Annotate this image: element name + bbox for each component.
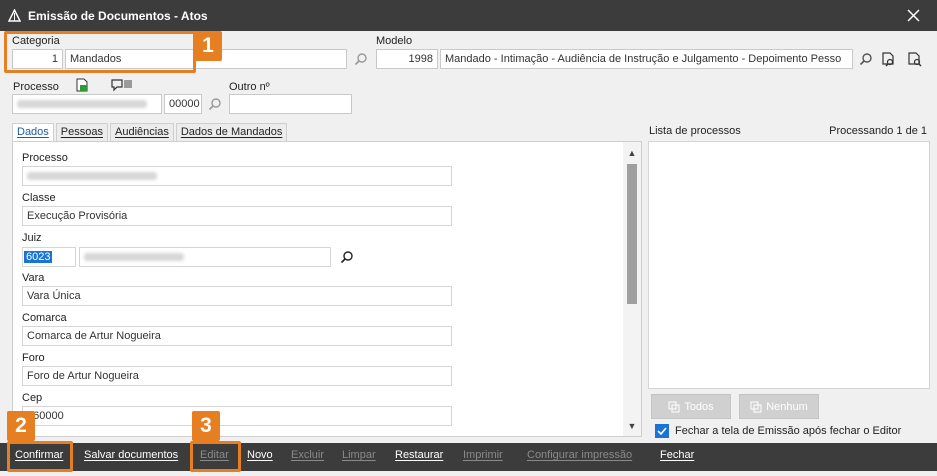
window-title: Emissão de Documentos - Atos <box>28 8 208 23</box>
status-square <box>124 80 132 88</box>
comarca-label: Comarca <box>22 312 67 324</box>
checkmark-icon <box>657 427 667 436</box>
comarca-field[interactable]: Comarca de Artur Nogueira <box>22 326 452 346</box>
modelo-value-field[interactable]: Mandado - Intimação - Audiência de Instr… <box>440 49 853 69</box>
novo-button[interactable]: Novo <box>247 449 273 461</box>
tab-pessoas[interactable]: Pessoas <box>55 123 108 141</box>
tab-bar: Dados Pessoas Audiências Dados de Mandad… <box>12 123 289 142</box>
nenhum-button[interactable]: Nenhum <box>739 394 819 419</box>
highlight-box-3 <box>190 441 241 472</box>
document-edit-icon[interactable] <box>880 51 896 67</box>
tab-dados-mandados[interactable]: Dados de Mandados <box>175 123 288 141</box>
comment-icon[interactable] <box>110 78 124 92</box>
cep-field[interactable]: 160000 <box>22 406 452 426</box>
copy-icon <box>668 401 680 412</box>
excluir-button[interactable]: Excluir <box>291 449 324 461</box>
processo-suffix-field[interactable]: 00000 <box>164 94 202 114</box>
form-processo-label: Processo <box>22 152 68 164</box>
todos-button[interactable]: Todos <box>651 394 731 419</box>
classe-label: Classe <box>22 192 56 204</box>
outro-label: Outro nº <box>229 81 270 93</box>
juiz-search-icon[interactable] <box>340 250 354 264</box>
lista-processos-box[interactable] <box>648 141 930 389</box>
scroll-down-icon[interactable]: ▼ <box>627 421 637 431</box>
document-search-icon[interactable] <box>906 51 922 67</box>
foro-field[interactable]: Foro de Artur Nogueira <box>22 366 452 386</box>
foro-label: Foro <box>22 352 45 364</box>
scroll-thumb[interactable] <box>627 164 637 304</box>
cep-label: Cep <box>22 392 43 404</box>
bottom-action-bar: Confirmar Salvar documentos Editar Novo … <box>0 443 937 471</box>
processo-label: Processo <box>13 81 59 93</box>
juiz-code-field[interactable]: 6023 <box>22 247 76 267</box>
document-green-icon[interactable] <box>75 78 89 92</box>
lista-processos-label: Lista de processos <box>649 125 741 137</box>
vara-field[interactable]: Vara Única <box>22 286 452 306</box>
imprimir-button[interactable]: Imprimir <box>463 449 503 461</box>
badge-3: 3 <box>192 411 220 441</box>
todos-label: Todos <box>684 400 714 413</box>
processo-field[interactable] <box>12 94 162 114</box>
categoria-search-icon[interactable] <box>354 52 368 66</box>
classe-field[interactable]: Execução Provisória <box>22 206 452 226</box>
tab-dados[interactable]: Dados <box>12 123 54 142</box>
fechar-checkbox-label: Fechar a tela de Emissão após fechar o E… <box>675 425 902 437</box>
tab-audiencias[interactable]: Audiências <box>110 123 174 141</box>
salvar-documentos-button[interactable]: Salvar documentos <box>84 449 178 461</box>
limpar-button[interactable]: Limpar <box>342 449 376 461</box>
processo-search-icon[interactable] <box>208 97 222 111</box>
modelo-label: Modelo <box>376 35 413 47</box>
modelo-search-icon[interactable] <box>859 52 873 66</box>
outro-field[interactable] <box>229 94 352 114</box>
configurar-impressao-button[interactable]: Configurar impressão <box>527 449 632 461</box>
juiz-name-field[interactable] <box>79 247 331 267</box>
juiz-label: Juiz <box>22 232 42 244</box>
dados-panel: Processo Classe Execução Provisória Juiz… <box>12 141 642 437</box>
processando-status: Processando 1 de 1 <box>829 125 927 137</box>
fechar-checkbox[interactable] <box>655 424 669 438</box>
badge-2: 2 <box>7 411 35 441</box>
copy-icon <box>750 401 762 412</box>
vara-label: Vara <box>22 272 45 284</box>
scroll-up-icon[interactable]: ▲ <box>627 148 637 158</box>
modelo-code-field[interactable]: 1998 <box>376 49 438 69</box>
nenhum-label: Nenhum <box>766 400 808 413</box>
badge-1: 1 <box>194 31 222 61</box>
form-processo-field[interactable] <box>22 166 452 186</box>
triangle-logo-icon <box>7 9 21 23</box>
highlight-box-2 <box>7 441 73 472</box>
close-icon[interactable] <box>905 7 922 24</box>
fechar-button[interactable]: Fechar <box>660 449 694 461</box>
form-scrollbar[interactable]: ▲ ▼ <box>623 142 641 436</box>
title-bar: Emissão de Documentos - Atos <box>0 0 937 31</box>
juiz-code-selected: 6023 <box>24 251 53 263</box>
restaurar-button[interactable]: Restaurar <box>395 449 443 461</box>
highlight-box-1 <box>4 31 196 73</box>
